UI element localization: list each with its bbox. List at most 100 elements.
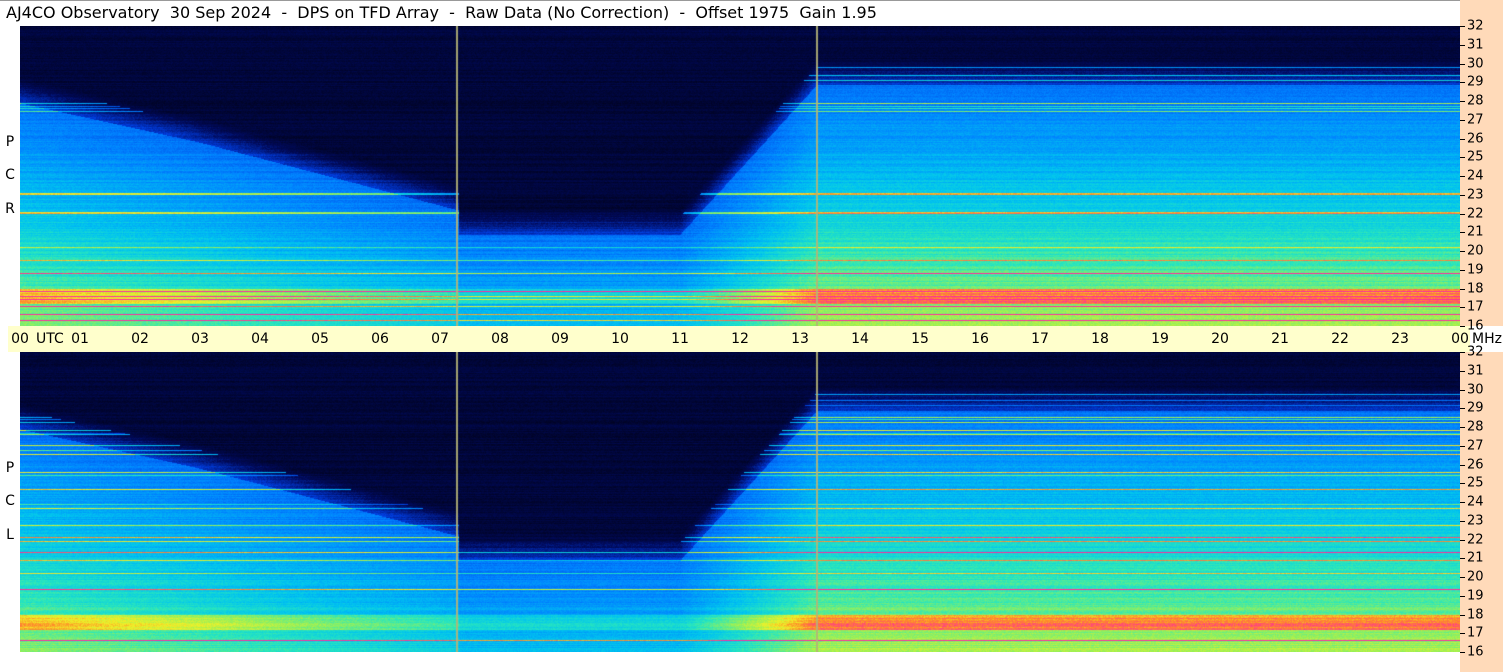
rcp-freq-tick [1460, 307, 1465, 309]
lcp-freq-label: 23 [1467, 513, 1484, 529]
lcp-freq-tick [1460, 389, 1465, 391]
lcp-freq-label: 20 [1467, 569, 1484, 585]
rcp-freq-tick [1460, 44, 1465, 46]
rcp-freq-tick [1460, 119, 1465, 121]
time-tick-label: 07 [431, 331, 449, 347]
lcp-freq-tick [1460, 520, 1465, 522]
rcp-freq-label: 32 [1467, 18, 1484, 34]
rcp-freq-tick [1460, 213, 1465, 215]
chart-title: AJ4CO Observatory 30 Sep 2024 - DPS on T… [6, 3, 877, 22]
time-tick-label: 09 [551, 331, 569, 347]
lcp-freq-tick [1460, 577, 1465, 578]
lcp-freq-label: 18 [1467, 607, 1484, 622]
time-tick-label: 23 [1391, 331, 1409, 347]
lcp-freq-tick [1460, 595, 1465, 597]
time-tick-label: 00 [11, 331, 29, 347]
lcp-frequency-axis: 32 31 30 29 28 27 26 25 24 23 22 21 20 19 18 17 16 [1460, 346, 1503, 672]
lcp-spectrogram [20, 352, 1460, 652]
lcp-freq-tick [1460, 445, 1465, 447]
time-tick-label: 02 [131, 331, 149, 347]
lcp-freq-tick [1460, 370, 1465, 372]
lcp-freq-tick [1460, 652, 1465, 653]
rcp-freq-label: 20 [1467, 243, 1484, 259]
rcp-freq-label: 21 [1467, 224, 1484, 240]
rcp-freq-tick [1460, 326, 1465, 327]
rcp-label-letter: R [5, 201, 15, 217]
lcp-freq-tick [1460, 352, 1465, 353]
lcp-freq-label: 27 [1467, 438, 1484, 454]
time-tick-label: 18 [1091, 331, 1109, 347]
lcp-freq-tick [1460, 539, 1465, 541]
lcp-spectrogram-canvas [20, 352, 1460, 652]
rcp-freq-label: 30 [1467, 56, 1484, 71]
time-tick-label: 05 [311, 331, 329, 347]
utc-label: UTC [36, 331, 64, 347]
rcp-freq-label: 24 [1467, 168, 1484, 184]
lcp-freq-tick [1460, 633, 1465, 635]
time-axis: 00 01 02 03 04 05 06 07 08 09 10 11 12 13 14 15 16 17 18 19… [8, 326, 1502, 352]
time-tick-label: 13 [791, 331, 809, 347]
lcp-freq-label: 32 [1467, 344, 1484, 360]
rcp-label-letter: C [5, 167, 15, 183]
lcp-freq-tick [1460, 427, 1465, 428]
lcp-freq-tick [1460, 483, 1465, 485]
time-tick-label: 16 [971, 331, 989, 347]
lcp-freq-label: 28 [1467, 419, 1484, 435]
rcp-freq-label: 16 [1467, 318, 1484, 334]
lcp-freq-label: 26 [1467, 457, 1484, 472]
rcp-spectrogram-canvas [20, 26, 1460, 326]
lcp-freq-tick [1460, 502, 1465, 503]
rcp-freq-tick [1460, 288, 1465, 290]
rcp-freq-label: 26 [1467, 131, 1484, 146]
time-tick-label: 01 [71, 331, 89, 347]
rcp-freq-label: 29 [1467, 74, 1484, 90]
time-tick-label: 10 [611, 331, 629, 347]
top-border [0, 0, 1503, 1]
rcp-freq-label: 19 [1467, 262, 1484, 278]
rcp-freq-tick [1460, 251, 1465, 252]
rcp-freq-tick [1460, 63, 1465, 65]
time-tick-label: 03 [191, 331, 209, 347]
rcp-spectrogram [20, 26, 1460, 326]
rcp-freq-tick [1460, 26, 1465, 27]
rcp-freq-tick [1460, 232, 1465, 234]
rcp-freq-label: 22 [1467, 206, 1484, 221]
lcp-freq-tick [1460, 558, 1465, 560]
lcp-freq-label: 30 [1467, 382, 1484, 397]
lcp-freq-label: 29 [1467, 400, 1484, 416]
rcp-frequency-axis: 32 31 30 29 28 27 26 25 24 23 22 21 20 19 18 17 16 [1460, 0, 1503, 333]
rcp-freq-label: 27 [1467, 112, 1484, 128]
lcp-freq-label: 24 [1467, 494, 1484, 510]
rcp-label-letter: P [5, 134, 15, 150]
lcp-freq-label: 16 [1467, 644, 1484, 660]
rcp-freq-label: 28 [1467, 93, 1484, 109]
time-tick-label: 17 [1031, 331, 1049, 347]
lcp-freq-tick [1460, 614, 1465, 616]
rcp-freq-tick [1460, 101, 1465, 102]
time-tick-label: 21 [1271, 331, 1289, 347]
rcp-freq-tick [1460, 157, 1465, 159]
rcp-freq-tick [1460, 269, 1465, 271]
lcp-freq-label: 17 [1467, 625, 1484, 641]
rcp-freq-tick [1460, 194, 1465, 196]
rcp-freq-tick [1460, 176, 1465, 177]
rcp-freq-label: 31 [1467, 37, 1484, 53]
lcp-freq-label: 21 [1467, 550, 1484, 566]
time-tick-label: 14 [851, 331, 869, 347]
lcp-label-letter: L [6, 527, 14, 543]
lcp-freq-label: 19 [1467, 588, 1484, 604]
time-tick-label: 08 [491, 331, 509, 347]
rcp-freq-label: 17 [1467, 299, 1484, 315]
time-tick-label: 19 [1151, 331, 1169, 347]
lcp-label-letter: C [5, 493, 15, 509]
lcp-freq-label: 22 [1467, 532, 1484, 547]
rcp-freq-label: 25 [1467, 149, 1484, 165]
time-tick-label: 12 [731, 331, 749, 347]
time-tick-label: 22 [1331, 331, 1349, 347]
lcp-freq-tick [1460, 464, 1465, 466]
lcp-label-letter: P [5, 460, 15, 476]
lcp-freq-label: 25 [1467, 475, 1484, 491]
time-tick-label: 04 [251, 331, 269, 347]
time-tick-label: 06 [371, 331, 389, 347]
rcp-freq-tick [1460, 138, 1465, 140]
